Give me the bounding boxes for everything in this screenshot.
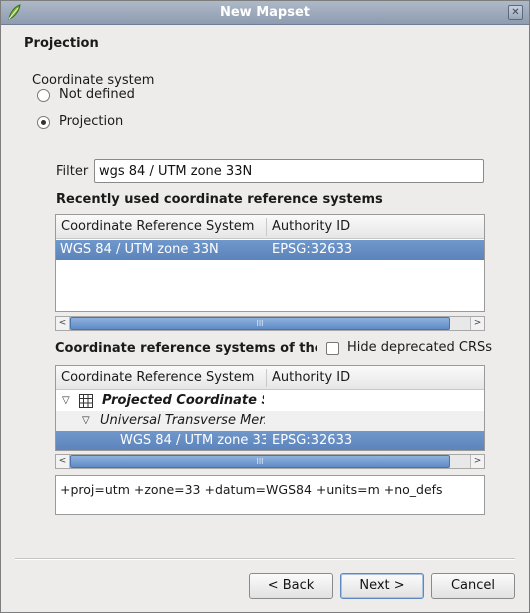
column-header-authority[interactable]: Authority ID <box>272 219 350 234</box>
radio-projection[interactable] <box>37 116 50 129</box>
tree-item-authority: EPSG:32633 <box>272 433 353 448</box>
recent-crs-title: Recently used coordinate reference syste… <box>56 192 383 207</box>
tree-item-label: Universal Transverse Mer... <box>100 413 265 428</box>
tree-item-projected[interactable]: ▽ Projected Coordinate S... <box>56 391 484 411</box>
table-row[interactable]: WGS 84 / UTM zone 33N EPSG:32633 <box>56 240 484 260</box>
radio-projection-label[interactable]: Projection <box>59 114 123 129</box>
column-divider[interactable] <box>266 369 267 387</box>
expand-triangle-icon[interactable]: ▽ <box>82 415 90 426</box>
radio-not-defined[interactable] <box>37 89 50 102</box>
column-header-crs[interactable]: Coordinate Reference System <box>61 370 254 385</box>
next-button[interactable]: Next > <box>340 573 424 599</box>
window-title: New Mapset <box>219 5 311 20</box>
world-crs-tree[interactable]: Coordinate Reference System Authority ID… <box>55 365 485 451</box>
world-horizontal-scrollbar[interactable]: < III > <box>55 454 485 469</box>
scroll-right-icon[interactable]: > <box>470 455 484 468</box>
title-bar[interactable]: New Mapset ✕ <box>1 1 529 25</box>
new-mapset-dialog: New Mapset ✕ Projection Coordinate syste… <box>0 0 530 613</box>
tree-item-label: Projected Coordinate S... <box>102 393 264 408</box>
world-crs-tree-header: Coordinate Reference System Authority ID <box>56 366 484 390</box>
recent-crs-table[interactable]: Coordinate Reference System Authority ID… <box>55 214 485 312</box>
filter-input[interactable] <box>94 159 484 183</box>
grid-icon <box>79 394 93 408</box>
column-header-crs[interactable]: Coordinate Reference System <box>61 219 254 234</box>
coordinate-system-label: Coordinate system <box>32 73 155 88</box>
row-crs-name: WGS 84 / UTM zone 33N <box>60 242 219 257</box>
scrollbar-thumb[interactable]: III <box>70 317 450 330</box>
world-crs-title: Coordinate reference systems of the wor <box>55 341 317 356</box>
recent-horizontal-scrollbar[interactable]: < III > <box>55 316 485 331</box>
scroll-right-icon[interactable]: > <box>470 317 484 330</box>
scrollbar-thumb[interactable]: III <box>70 455 450 468</box>
column-divider[interactable] <box>266 218 267 236</box>
page-title: Projection <box>24 36 99 51</box>
filter-label: Filter <box>56 164 89 179</box>
scroll-left-icon[interactable]: < <box>56 317 70 330</box>
footer-divider <box>15 558 515 560</box>
expand-triangle-icon[interactable]: ▽ <box>62 395 70 406</box>
proj-string-display: +proj=utm +zone=33 +datum=WGS84 +units=m… <box>55 475 485 515</box>
column-header-authority[interactable]: Authority ID <box>272 370 350 385</box>
hide-deprecated-checkbox[interactable] <box>326 342 339 355</box>
recent-crs-table-header: Coordinate Reference System Authority ID <box>56 215 484 239</box>
tree-item-wgs84-utm33n[interactable]: WGS 84 / UTM zone 33N EPSG:32633 <box>56 431 484 450</box>
close-icon[interactable]: ✕ <box>508 5 523 20</box>
cancel-button[interactable]: Cancel <box>431 573 515 599</box>
hide-deprecated-label[interactable]: Hide deprecated CRSs <box>347 340 492 355</box>
row-authority-id: EPSG:32633 <box>272 242 353 257</box>
tree-item-label: WGS 84 / UTM zone 33N <box>120 433 266 448</box>
scroll-left-icon[interactable]: < <box>56 455 70 468</box>
tree-item-utm[interactable]: ▽ Universal Transverse Mer... <box>56 411 484 431</box>
back-button[interactable]: < Back <box>249 573 333 599</box>
radio-not-defined-label[interactable]: Not defined <box>59 87 135 102</box>
